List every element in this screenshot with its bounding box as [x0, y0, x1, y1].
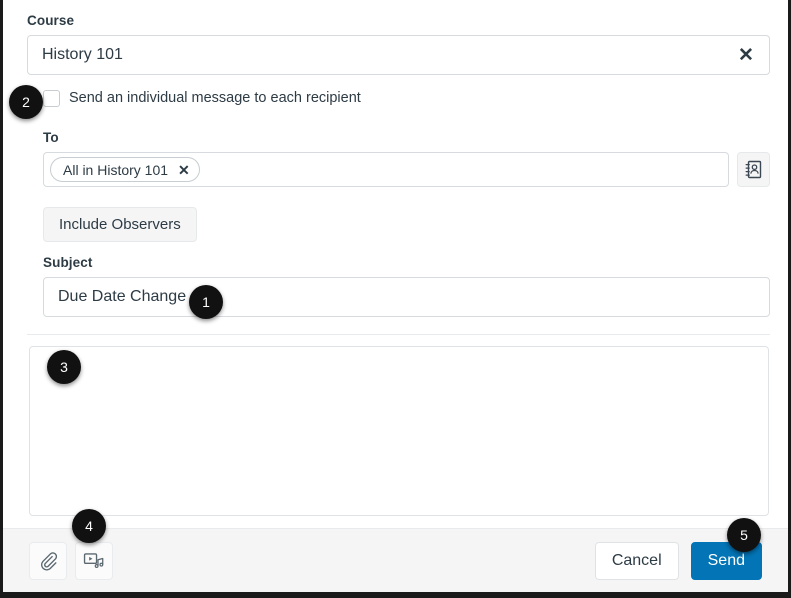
dialog-footer: Cancel Send — [3, 528, 788, 592]
cancel-button[interactable]: Cancel — [594, 541, 679, 580]
subject-label: Subject — [43, 255, 93, 270]
compose-message-dialog: Course History 101 ✕ Send an individual … — [0, 0, 791, 598]
to-label: To — [43, 130, 59, 145]
media-comment-icon[interactable] — [75, 541, 113, 580]
remove-recipient-icon[interactable]: ✕ — [178, 163, 190, 177]
to-input[interactable]: All in History 101 ✕ — [43, 152, 729, 187]
individual-message-checkbox[interactable] — [43, 89, 60, 107]
subject-value: Due Date Change — [58, 288, 187, 305]
address-book-icon[interactable] — [737, 152, 770, 187]
close-icon[interactable]: ✕ — [735, 44, 757, 66]
individual-message-row[interactable]: Send an individual message to each recip… — [43, 89, 361, 107]
individual-message-label: Send an individual message to each recip… — [69, 90, 361, 106]
dialog-body: Course History 101 ✕ Send an individual … — [3, 0, 788, 528]
recipient-pill[interactable]: All in History 101 ✕ — [50, 157, 200, 182]
course-label: Course — [27, 13, 75, 28]
section-divider — [27, 334, 770, 335]
to-row: All in History 101 ✕ — [43, 152, 770, 187]
to-field-group: To All in History 101 ✕ — [43, 130, 770, 187]
annotation-badge-3: 3 — [47, 350, 81, 384]
course-field-group: Course History 101 ✕ — [27, 13, 770, 75]
course-value: History 101 — [42, 46, 123, 63]
recipient-label: All in History 101 — [63, 161, 169, 178]
annotation-badge-4: 4 — [72, 509, 106, 543]
course-select[interactable]: History 101 ✕ — [27, 35, 770, 75]
subject-field[interactable]: Due Date Change — [43, 277, 770, 317]
annotation-badge-2: 2 — [9, 85, 43, 119]
include-observers-button[interactable]: Include Observers — [43, 207, 197, 242]
message-body[interactable] — [29, 346, 769, 516]
annotation-badge-1: 1 — [189, 285, 223, 319]
subject-field-group: Subject Due Date Change — [43, 255, 770, 317]
annotation-badge-5: 5 — [727, 518, 761, 552]
attachment-tools — [29, 541, 113, 580]
paperclip-icon[interactable] — [29, 541, 67, 580]
